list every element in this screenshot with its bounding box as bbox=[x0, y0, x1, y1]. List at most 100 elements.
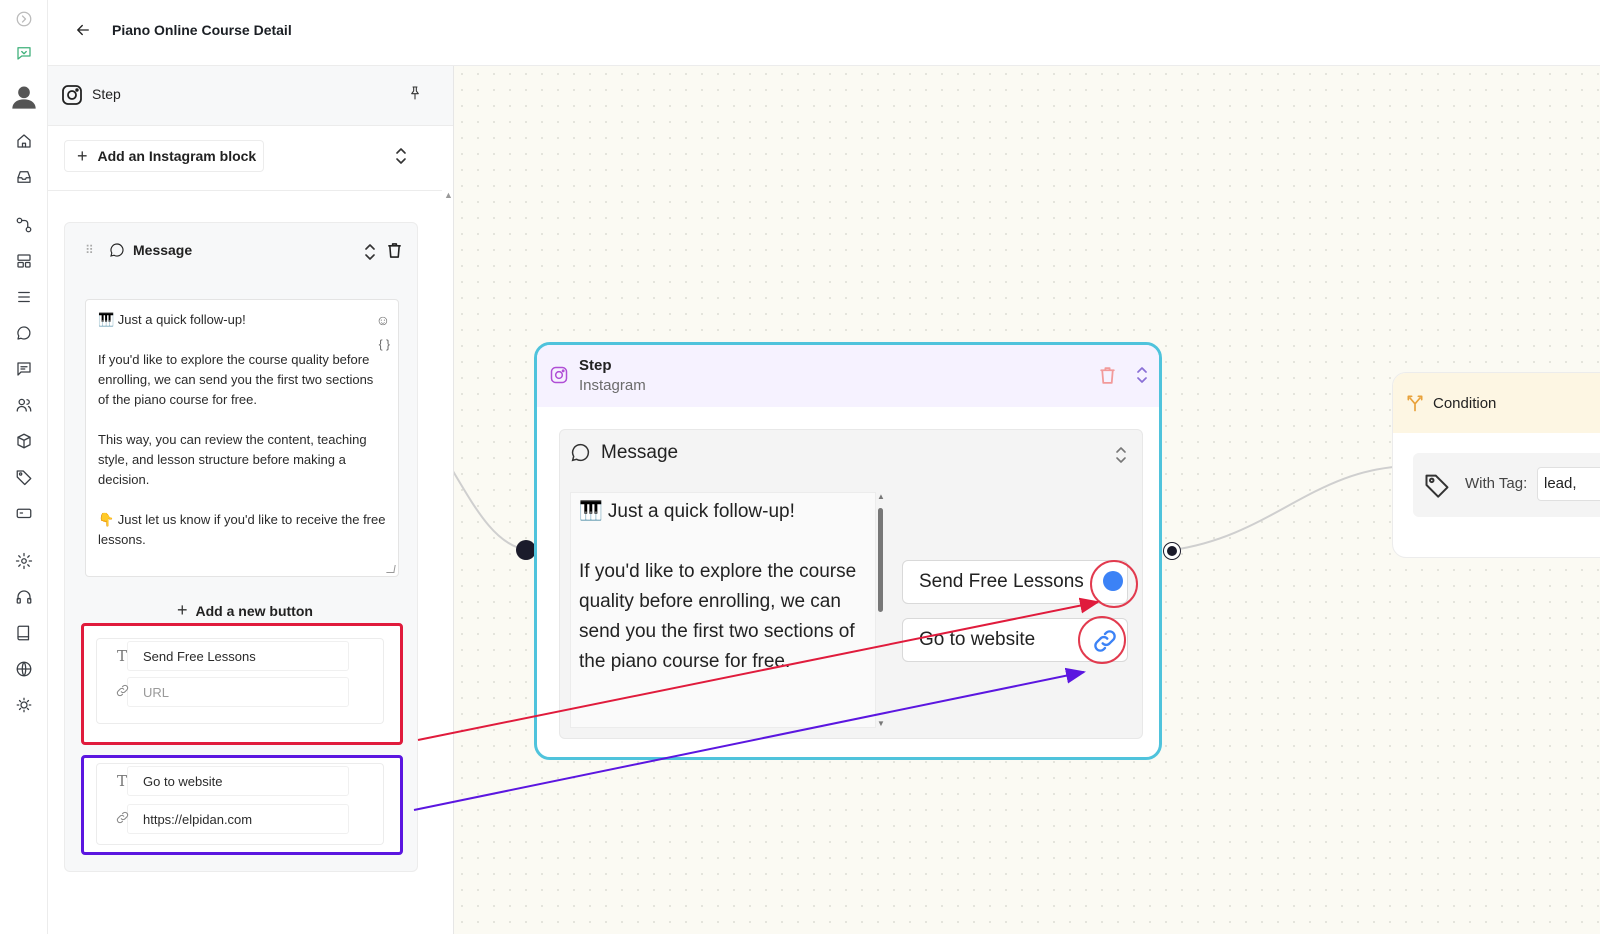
page-title: Piano Online Course Detail bbox=[112, 22, 292, 38]
tag-value-input[interactable]: lead, bbox=[1537, 467, 1600, 501]
button-text-value: Go to website bbox=[143, 773, 223, 789]
avatar[interactable] bbox=[9, 82, 39, 112]
link-icon bbox=[111, 810, 133, 829]
step-node-instagram[interactable]: Step Instagram Message 🎹 Just a quick fo… bbox=[534, 342, 1162, 760]
globe-icon[interactable] bbox=[13, 658, 35, 680]
tag-label: With Tag: bbox=[1465, 475, 1528, 492]
scroll-thumb[interactable] bbox=[878, 508, 883, 612]
layout-icon[interactable] bbox=[13, 250, 35, 272]
message-bubble-icon bbox=[109, 242, 127, 260]
node-header: Step Instagram bbox=[537, 345, 1159, 407]
button-url-field[interactable]: URL bbox=[111, 677, 355, 707]
scroll-up-icon[interactable]: ▲ bbox=[444, 190, 453, 200]
button-fields: T Go to website https://elpidan.com bbox=[96, 763, 384, 845]
add-block-label: Add an Instagram block bbox=[97, 148, 257, 164]
highlight-circle bbox=[1090, 560, 1138, 608]
flow-icon[interactable] bbox=[13, 214, 35, 236]
node-message-text: 🎹 Just a quick follow-up! If you'd like … bbox=[570, 492, 876, 728]
box-icon[interactable] bbox=[13, 430, 35, 452]
highlight-circle bbox=[1078, 616, 1126, 664]
message-line: If you'd like to explore the course qual… bbox=[98, 352, 374, 407]
chevron-updown-icon[interactable] bbox=[363, 243, 377, 261]
node-title: Step bbox=[579, 357, 612, 374]
node-button-label: Go to website bbox=[919, 629, 1036, 650]
node-scrollbar[interactable]: ▲ ▼ bbox=[876, 492, 886, 728]
message-line: 🎹 Just a quick follow-up! bbox=[579, 501, 795, 522]
chevron-updown-icon[interactable] bbox=[1114, 446, 1128, 469]
condition-rule: With Tag: lead, bbox=[1413, 453, 1600, 517]
card-icon[interactable] bbox=[13, 502, 35, 524]
button-config-send-free-lessons: T Send Free Lessons URL bbox=[81, 623, 403, 745]
list-icon[interactable] bbox=[13, 286, 35, 308]
home-icon[interactable] bbox=[13, 130, 35, 152]
sun-icon[interactable] bbox=[13, 694, 35, 716]
message-line: If you'd like to explore the course qual… bbox=[579, 561, 857, 672]
condition-header: Condition bbox=[1393, 373, 1600, 433]
button-text-value: Send Free Lessons bbox=[143, 648, 256, 664]
instagram-icon bbox=[60, 83, 84, 107]
arrow-left-icon[interactable] bbox=[74, 21, 96, 43]
inbox-icon[interactable] bbox=[13, 166, 35, 188]
message-block: ⠿ Message 🎹 Just a quick follow-up! If y… bbox=[64, 222, 418, 872]
plus-icon: + bbox=[177, 600, 188, 620]
output-port[interactable] bbox=[1164, 543, 1180, 559]
flow-canvas[interactable]: Step Instagram Message 🎹 Just a quick fo… bbox=[454, 66, 1600, 934]
panel-header: Step bbox=[48, 66, 453, 126]
condition-title: Condition bbox=[1433, 395, 1497, 412]
emoji-icon[interactable]: ☺ bbox=[376, 310, 390, 330]
button-text-field[interactable]: T Send Free Lessons bbox=[111, 641, 355, 671]
add-button-label: Add a new button bbox=[195, 602, 313, 619]
tag-icon[interactable] bbox=[13, 466, 35, 488]
tag-icon bbox=[1423, 471, 1451, 504]
headset-icon[interactable] bbox=[13, 586, 35, 608]
settings-icon[interactable] bbox=[13, 550, 35, 572]
condition-node[interactable]: Condition With Tag: lead, bbox=[1392, 372, 1600, 558]
node-message-block: Message 🎹 Just a quick follow-up! If you… bbox=[559, 429, 1143, 739]
resize-handle-icon[interactable] bbox=[386, 565, 396, 573]
comments-icon[interactable] bbox=[13, 358, 35, 380]
message-line: 👇 Just let us know if you'd like to rece… bbox=[98, 512, 386, 547]
add-instagram-block-button[interactable]: + Add an Instagram block bbox=[64, 140, 264, 172]
icon-rail bbox=[0, 0, 48, 934]
drag-handle-icon[interactable]: ⠿ bbox=[85, 243, 94, 257]
scroll-up-icon[interactable]: ▲ bbox=[877, 492, 885, 501]
message-line: This way, you can review the content, te… bbox=[98, 432, 367, 487]
step-panel: Step + Add an Instagram block ▲ ⠿ Messag… bbox=[48, 66, 454, 934]
node-button-label: Send Free Lessons bbox=[919, 571, 1084, 592]
plus-icon: + bbox=[77, 145, 88, 166]
text-type-icon: T bbox=[116, 772, 127, 790]
chevron-updown-icon[interactable] bbox=[394, 147, 408, 165]
trash-icon[interactable] bbox=[1099, 366, 1116, 390]
message-line: 🎹 Just a quick follow-up! bbox=[98, 312, 246, 327]
message-bubble-icon bbox=[570, 442, 591, 468]
button-url-field[interactable]: https://elpidan.com bbox=[111, 804, 355, 834]
pin-icon[interactable] bbox=[407, 85, 425, 103]
input-port[interactable] bbox=[516, 540, 536, 560]
trash-icon[interactable] bbox=[387, 242, 403, 260]
message-title: Message bbox=[133, 242, 193, 258]
node-message-title: Message bbox=[601, 442, 679, 463]
message-textarea[interactable]: 🎹 Just a quick follow-up! If you'd like … bbox=[85, 299, 399, 577]
chevron-updown-icon[interactable] bbox=[1135, 366, 1149, 389]
add-new-button[interactable]: + Add a new button bbox=[177, 600, 313, 621]
collapse-icon[interactable] bbox=[13, 8, 35, 30]
link-icon bbox=[111, 683, 133, 702]
chat-bot-icon[interactable] bbox=[13, 42, 35, 64]
button-fields: T Send Free Lessons URL bbox=[96, 638, 384, 724]
panel-title: Step bbox=[92, 86, 121, 102]
button-text-field[interactable]: T Go to website bbox=[111, 766, 355, 796]
node-subtitle: Instagram bbox=[579, 377, 646, 394]
button-config-go-to-website: T Go to website https://elpidan.com bbox=[81, 755, 403, 855]
button-url-value: https://elpidan.com bbox=[143, 811, 253, 827]
url-placeholder: URL bbox=[143, 684, 170, 700]
contacts-icon[interactable] bbox=[13, 394, 35, 416]
split-arrow-icon bbox=[1405, 393, 1425, 418]
scroll-down-icon[interactable]: ▼ bbox=[877, 719, 885, 728]
instagram-icon bbox=[549, 365, 569, 385]
chat-icon[interactable] bbox=[13, 322, 35, 344]
top-header: Piano Online Course Detail bbox=[48, 0, 1600, 66]
variable-braces-icon[interactable]: { } bbox=[379, 334, 390, 354]
divider bbox=[48, 190, 442, 191]
text-type-icon: T bbox=[116, 647, 127, 665]
book-icon[interactable] bbox=[13, 622, 35, 644]
